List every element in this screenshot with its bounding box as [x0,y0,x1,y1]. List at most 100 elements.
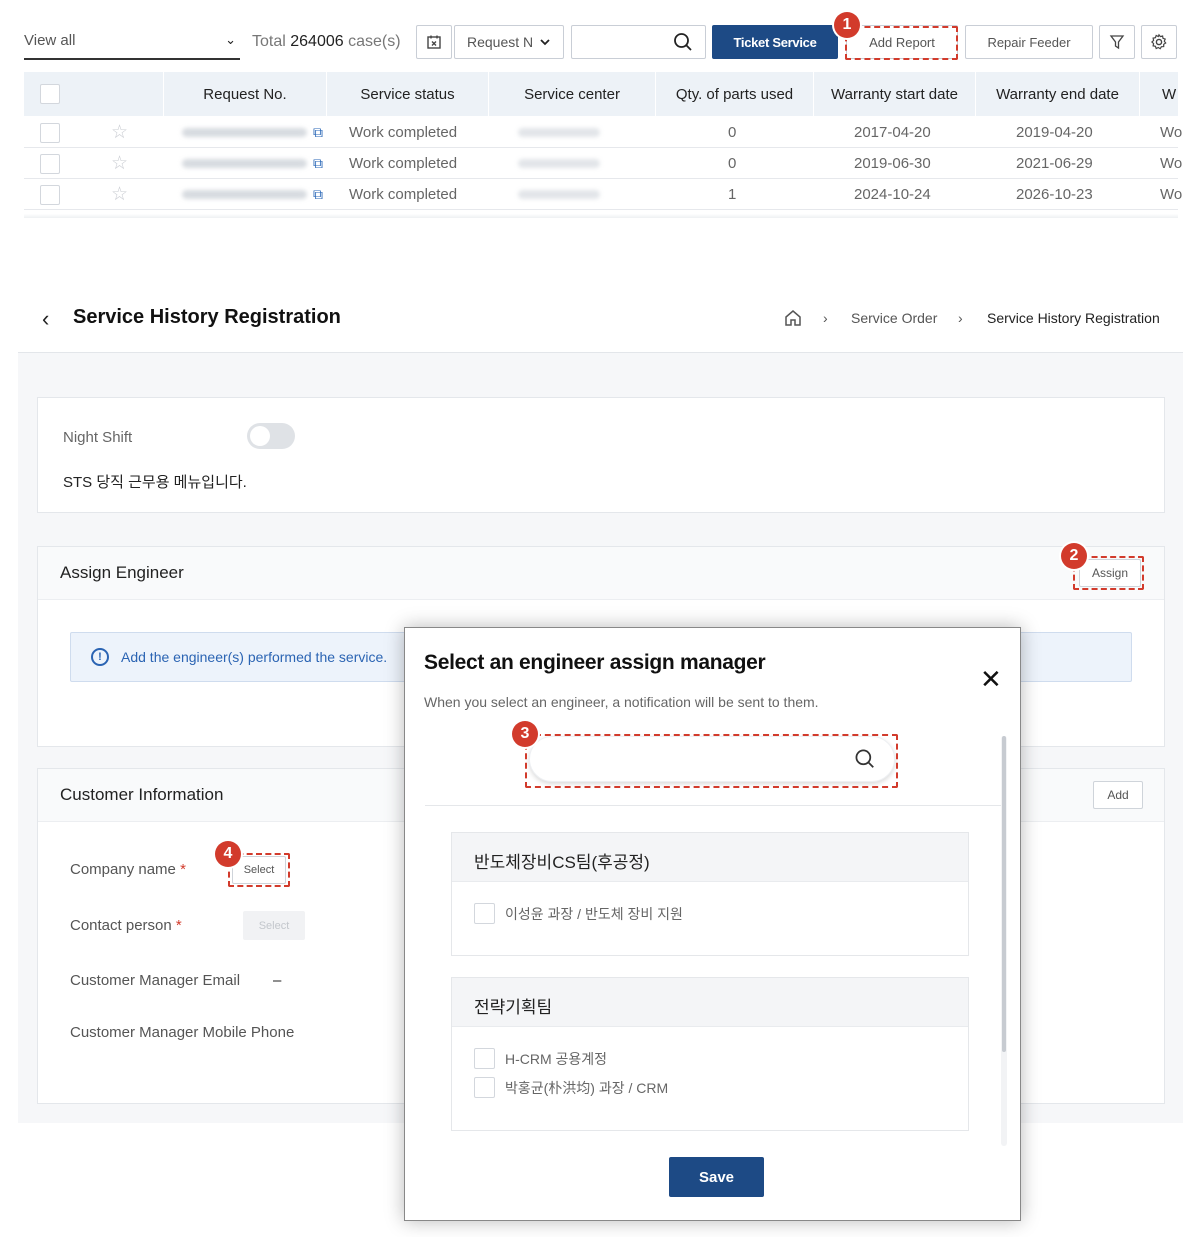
table-row[interactable]: ☆ ⧉ Work completed 0 2019-06-30 2021-06-… [24,148,1182,179]
w-value: Wo [1160,155,1183,172]
request-no-redacted [182,128,307,137]
contact-select-button[interactable]: Select [243,911,305,940]
total-count: Total 264006 case(s) [252,33,401,51]
customer-email-value: – [273,972,282,989]
breadcrumb-service-order[interactable]: Service Order [851,310,937,326]
external-link-icon[interactable]: ⧉ [313,148,323,179]
contact-person-label: Contact person * [70,917,182,934]
search-field-select[interactable]: Request N [454,25,564,59]
info-text: Add the engineer(s) performed the servic… [121,649,388,665]
engineer-group: 반도체장비CS팀(후공정) 이성윤 과장 / 반도체 장비 지원 [451,832,969,956]
engineer-name: 박홍균(朴洪均) 과장 / CRM [505,1079,669,1096]
col-warranty-start[interactable]: Warranty start date [814,72,976,116]
night-shift-note: STS 당직 근무용 메뉴입니다. [63,474,247,491]
gear-icon [1151,33,1167,50]
col-warranty-end[interactable]: Warranty end date [976,72,1140,116]
filter-button[interactable] [1099,25,1135,59]
col-qty-parts[interactable]: Qty. of parts used [656,72,814,116]
view-select[interactable]: View all ⌄ [24,26,240,60]
engineer-option[interactable]: 이성윤 과장 / 반도체 장비 지원 [474,903,683,924]
back-arrow-icon[interactable]: ‹ [42,306,49,332]
customer-phone-label: Customer Manager Mobile Phone [70,1024,295,1041]
annotation-badge-3: 3 [512,721,538,747]
star-icon[interactable]: ☆ [111,179,128,210]
service-status: Work completed [349,124,458,141]
col-w[interactable]: W [1140,72,1178,116]
breadcrumb-current: Service History Registration [987,310,1160,326]
external-link-icon[interactable]: ⧉ [313,179,323,210]
engineer-name: H-CRM 공용계정 [505,1050,608,1067]
assign-button[interactable]: Assign [1079,559,1141,587]
engineer-option[interactable]: H-CRM 공용계정 [474,1048,607,1069]
info-icon: ! [91,648,109,666]
search-input[interactable] [571,25,706,59]
external-link-icon[interactable]: ⧉ [313,117,323,148]
search-field-value: Request N [467,34,534,50]
close-icon[interactable]: ✕ [980,666,1002,692]
engineer-search-input[interactable] [529,736,895,782]
home-icon[interactable] [783,308,803,328]
save-button[interactable]: Save [669,1157,764,1197]
col-service-center[interactable]: Service center [489,72,656,116]
search-icon [674,33,692,51]
contact-person-text: Contact person [70,917,172,934]
engineer-checkbox[interactable] [474,1048,495,1069]
qty-parts: 0 [728,124,737,141]
engineer-checkbox[interactable] [474,903,495,924]
ticket-service-button[interactable]: Ticket Service [712,25,838,59]
col-service-status[interactable]: Service status [327,72,489,116]
engineer-checkbox[interactable] [474,1077,495,1098]
required-mark: * [175,917,182,934]
warranty-start: 2017-04-20 [854,124,931,141]
add-report-button[interactable]: Add Report [846,25,958,59]
row-checkbox[interactable] [40,122,60,143]
page: { "list": { "view_select": "View all", "… [0,0,1201,1237]
table-row[interactable]: ☆ ⧉ Work completed 1 2024-10-24 2026-10-… [24,179,1182,210]
calendar-clear-button[interactable] [416,25,452,59]
company-select-button[interactable]: Select [232,856,286,884]
table-row[interactable]: ☆ ⧉ Work completed 0 2017-04-20 2019-04-… [24,117,1182,148]
qty-parts: 0 [728,155,737,172]
w-value: Wo [1160,124,1183,141]
add-customer-button[interactable]: Add [1093,781,1143,809]
engineer-group: 전략기획팀 H-CRM 공용계정 박홍균(朴洪均) 과장 / CRM [451,977,969,1131]
chevron-down-icon [540,39,550,46]
star-icon[interactable]: ☆ [111,148,128,179]
row-checkbox[interactable] [40,153,60,174]
group-name: 전략기획팀 [452,978,968,1027]
night-shift-label: Night Shift [63,429,133,446]
col-request-no[interactable]: Request No. [164,72,327,116]
annotation-badge-2: 2 [1061,543,1087,569]
modal-title: Select an engineer assign manager [424,651,766,674]
request-no-redacted [182,159,307,168]
qty-parts: 1 [728,186,737,203]
settings-button[interactable] [1141,25,1177,59]
assign-engineer-header: Assign Engineer [38,547,1164,600]
page-title: Service History Registration [73,306,341,328]
search-icon [855,749,874,768]
select-all-checkbox[interactable] [40,84,60,104]
table-cutoff [24,211,1178,218]
service-center-redacted [518,128,600,137]
service-status: Work completed [349,155,458,172]
engineer-select-modal: Select an engineer assign manager When y… [404,627,1021,1221]
row-checkbox[interactable] [40,184,60,205]
scrollbar-thumb[interactable] [1002,736,1006,1052]
company-name-text: Company name [70,861,176,878]
customer-email-label: Customer Manager Email [70,972,241,989]
repair-feeder-button[interactable]: Repair Feeder [965,25,1093,59]
chevron-down-icon: ⌄ [225,32,236,47]
warranty-end: 2021-06-29 [1016,155,1093,172]
star-icon[interactable]: ☆ [111,117,128,148]
w-value: Wo [1160,186,1183,203]
night-shift-toggle[interactable] [247,423,295,449]
engineer-option[interactable]: 박홍균(朴洪均) 과장 / CRM [474,1077,668,1098]
modal-subtitle: When you select an engineer, a notificat… [424,694,819,710]
annotation-badge-4: 4 [215,841,241,867]
service-status: Work completed [349,186,458,203]
warranty-end: 2026-10-23 [1016,186,1093,203]
total-prefix: Total [252,33,286,50]
request-no-redacted [182,190,307,199]
calendar-icon [427,35,441,49]
modal-divider [425,805,1001,806]
